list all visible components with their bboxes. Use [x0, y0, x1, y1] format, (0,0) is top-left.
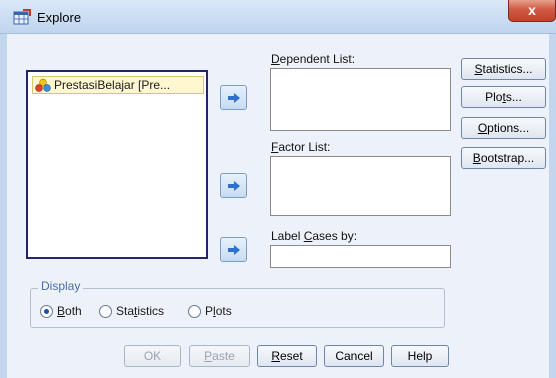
- title-bar: Explore x: [0, 0, 556, 34]
- label-cases-label: Label Cases by:: [271, 229, 358, 243]
- scale-variable-icon: [35, 78, 51, 92]
- options-button[interactable]: Options...: [461, 117, 546, 139]
- display-group: [30, 288, 445, 328]
- cancel-button[interactable]: Cancel: [324, 345, 384, 367]
- data-editor-icon: [13, 9, 31, 25]
- display-plots-option[interactable]: Plots: [188, 304, 232, 318]
- radio-both-label: Both: [57, 304, 82, 318]
- close-icon: x: [528, 2, 536, 18]
- dependent-list-label: Dependent List:: [271, 52, 356, 66]
- radio-plots[interactable]: [188, 304, 201, 318]
- variable-item-prestasibelajar[interactable]: PrestasiBelajar [Pre...: [32, 76, 204, 94]
- move-to-factor-button[interactable]: [220, 173, 247, 198]
- radio-statistics[interactable]: [99, 304, 112, 318]
- display-both-option[interactable]: Both: [40, 304, 82, 318]
- display-statistics-option[interactable]: Statistics: [99, 304, 164, 318]
- move-right-arrow-icon: [227, 180, 240, 191]
- plots-button[interactable]: Plots...: [461, 86, 546, 108]
- move-to-label-cases-button[interactable]: [220, 237, 247, 262]
- radio-plots-label: Plots: [205, 304, 232, 318]
- move-to-dependent-button[interactable]: [220, 85, 247, 110]
- ok-button[interactable]: OK: [124, 345, 181, 367]
- factor-list-label: Factor List:: [271, 140, 331, 154]
- display-group-title: Display: [38, 279, 84, 293]
- factor-list[interactable]: [270, 156, 451, 216]
- dependent-list[interactable]: [270, 68, 451, 131]
- help-button[interactable]: Help: [391, 345, 449, 367]
- radio-statistics-label: Statistics: [116, 304, 165, 318]
- window-title: Explore: [37, 10, 82, 25]
- paste-button[interactable]: Paste: [189, 345, 250, 367]
- source-variable-list[interactable]: PrestasiBelajar [Pre...: [26, 70, 208, 259]
- reset-button[interactable]: Reset: [257, 345, 317, 367]
- bootstrap-button[interactable]: Bootstrap...: [461, 147, 546, 169]
- label-cases-field[interactable]: [270, 245, 451, 268]
- close-button[interactable]: x: [508, 0, 556, 22]
- statistics-button[interactable]: Statistics...: [461, 58, 546, 80]
- radio-both[interactable]: [40, 304, 53, 318]
- move-right-arrow-icon: [227, 92, 240, 103]
- move-right-arrow-icon: [227, 244, 240, 255]
- variable-label: PrestasiBelajar [Pre...: [54, 78, 171, 92]
